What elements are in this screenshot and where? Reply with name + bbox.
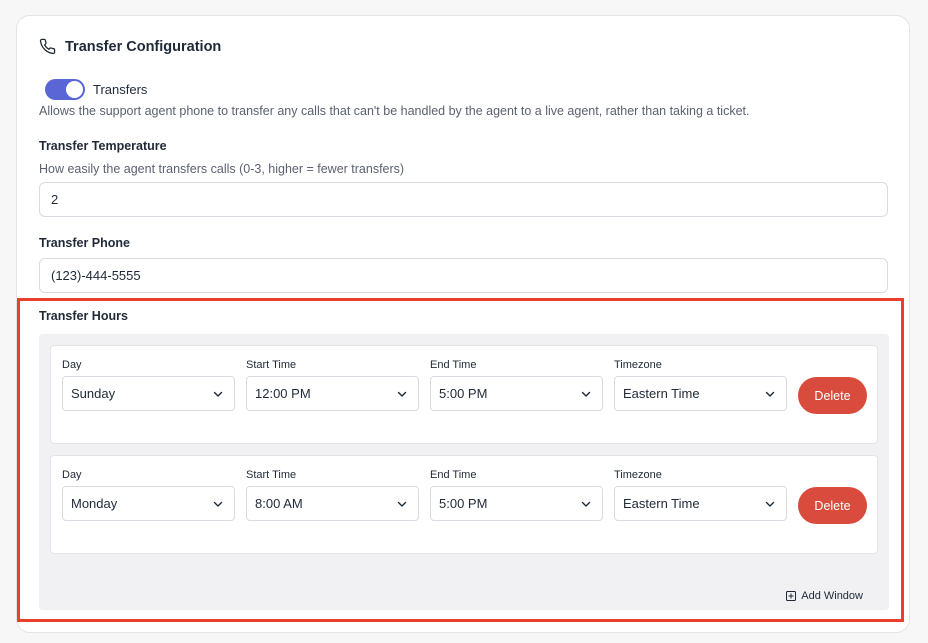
chevron-down-icon (765, 501, 775, 507)
card-header: Transfer Configuration (39, 38, 221, 55)
end-time-select[interactable]: 5:00 PM (430, 486, 603, 521)
chevron-down-icon (581, 391, 591, 397)
transfer-temperature-label: Transfer Temperature (39, 139, 167, 153)
end-time-value: 5:00 PM (439, 496, 488, 511)
transfer-window: Day Monday Start Time 8:00 AM End Time 5… (50, 455, 878, 554)
day-select[interactable]: Monday (62, 486, 235, 521)
chevron-down-icon (213, 501, 223, 507)
phone-icon (39, 38, 56, 55)
end-time-select[interactable]: 5:00 PM (430, 376, 603, 411)
card-title: Transfer Configuration (65, 38, 222, 55)
start-time-select[interactable]: 8:00 AM (246, 486, 419, 521)
start-time-label: Start Time (246, 359, 297, 371)
transfer-window: Day Sunday Start Time 12:00 PM End Time … (50, 345, 878, 444)
transfers-description: Allows the support agent phone to transf… (39, 104, 750, 118)
transfer-phone-input[interactable] (39, 258, 888, 293)
chevron-down-icon (213, 391, 223, 397)
day-value: Sunday (71, 386, 116, 401)
add-window-label: Add Window (801, 590, 863, 602)
timezone-label: Timezone (614, 359, 662, 371)
timezone-label: Timezone (614, 469, 662, 481)
chevron-down-icon (397, 501, 407, 507)
delete-window-button[interactable]: Delete (798, 377, 867, 414)
day-select[interactable]: Sunday (62, 376, 235, 411)
chevron-down-icon (581, 501, 591, 507)
transfers-toggle-row: Transfers (45, 79, 147, 100)
start-time-value: 8:00 AM (255, 496, 303, 511)
day-label: Day (62, 469, 82, 481)
toggle-knob (66, 81, 83, 98)
delete-window-button[interactable]: Delete (798, 487, 867, 524)
transfer-phone-label: Transfer Phone (39, 236, 130, 250)
end-time-label: End Time (430, 359, 477, 371)
start-time-select[interactable]: 12:00 PM (246, 376, 419, 411)
transfer-configuration-card: Transfer Configuration Transfers Allows … (16, 15, 910, 633)
transfer-hours-panel: Day Sunday Start Time 12:00 PM End Time … (39, 334, 889, 610)
end-time-label: End Time (430, 469, 477, 481)
transfers-toggle[interactable] (45, 79, 85, 100)
start-time-value: 12:00 PM (255, 386, 311, 401)
day-label: Day (62, 359, 82, 371)
timezone-value: Eastern Time (623, 496, 700, 511)
transfers-toggle-label: Transfers (93, 82, 148, 97)
timezone-value: Eastern Time (623, 386, 700, 401)
day-value: Monday (71, 496, 118, 511)
add-window-button[interactable]: Add Window (786, 590, 863, 602)
timezone-select[interactable]: Eastern Time (614, 486, 787, 521)
end-time-value: 5:00 PM (439, 386, 488, 401)
timezone-select[interactable]: Eastern Time (614, 376, 787, 411)
chevron-down-icon (397, 391, 407, 397)
chevron-down-icon (765, 391, 775, 397)
plus-square-icon (786, 591, 797, 601)
transfer-temperature-help: How easily the agent transfers calls (0-… (39, 162, 405, 176)
start-time-label: Start Time (246, 469, 297, 481)
transfer-hours-label: Transfer Hours (39, 309, 128, 323)
transfer-temperature-input[interactable] (39, 182, 888, 217)
